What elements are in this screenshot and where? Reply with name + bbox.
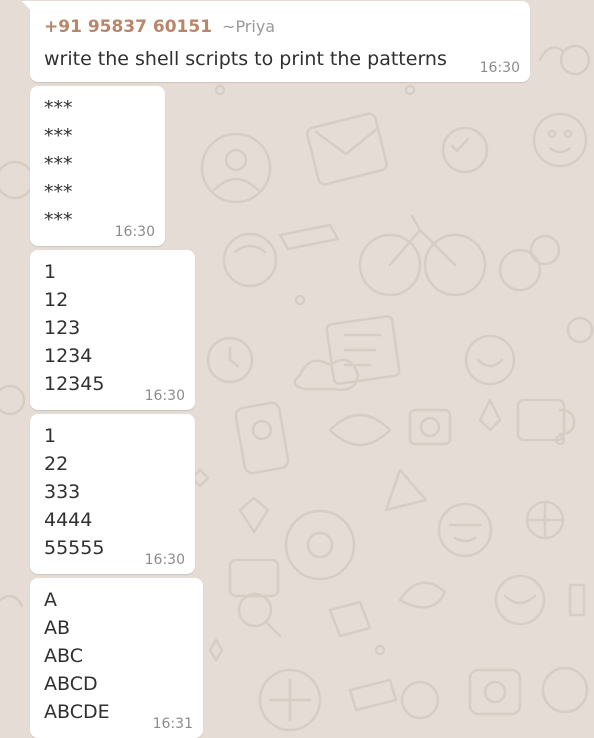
sender-phone[interactable]: +91 95837 60151	[44, 17, 212, 37]
message-sender: +91 95837 60151 ~Priya	[44, 16, 275, 38]
message-bubble[interactable]: +91 95837 60151 ~Priya write the shell sc…	[22, 1, 530, 82]
message-bubble[interactable]: 1 22 333 4444 55555 16:30	[30, 414, 195, 574]
pattern-line: 1234	[44, 345, 93, 367]
bubble-tail	[22, 1, 31, 11]
pattern-line: ABCD	[44, 673, 98, 695]
message-list: +91 95837 60151 ~Priya write the shell sc…	[0, 0, 594, 738]
pattern-line: ***	[44, 97, 73, 119]
pattern-line: 12345	[44, 373, 105, 395]
pattern-line: A	[44, 589, 57, 611]
message-time: 16:30	[144, 552, 185, 568]
pattern-line: ABCDE	[44, 701, 110, 723]
pattern-line: ABC	[44, 645, 83, 667]
message-time: 16:31	[152, 716, 193, 732]
pattern-line: 12	[44, 289, 69, 311]
message-time: 16:30	[114, 224, 155, 240]
pattern-line: 1	[44, 261, 57, 283]
pattern-line: 4444	[44, 509, 93, 531]
pattern-line: ***	[44, 181, 73, 203]
pattern-line: ***	[44, 125, 73, 147]
pattern-line: 1	[44, 425, 57, 447]
pattern-line: ***	[44, 153, 73, 175]
message-time: 16:30	[144, 388, 185, 404]
pattern-line: 123	[44, 317, 81, 339]
message-text: write the shell scripts to print the pat…	[44, 48, 447, 70]
message-bubble[interactable]: *** *** *** *** *** 16:30	[30, 86, 165, 246]
pattern-line: 22	[44, 453, 69, 475]
pattern-lines: A AB ABC ABCD ABCDE	[44, 586, 110, 726]
message-bubble[interactable]: A AB ABC ABCD ABCDE 16:31	[30, 578, 203, 738]
pattern-line: 55555	[44, 537, 105, 559]
pattern-lines: *** *** *** *** ***	[44, 94, 73, 234]
pattern-line: AB	[44, 617, 71, 639]
pattern-lines: 1 12 123 1234 12345	[44, 258, 104, 398]
message-time: 16:30	[479, 60, 520, 76]
message-bubble[interactable]: 1 12 123 1234 12345 16:30	[30, 250, 195, 410]
pattern-lines: 1 22 333 4444 55555	[44, 422, 104, 562]
sender-name: ~Priya	[222, 17, 276, 36]
pattern-line: ***	[44, 209, 73, 231]
pattern-line: 333	[44, 481, 81, 503]
